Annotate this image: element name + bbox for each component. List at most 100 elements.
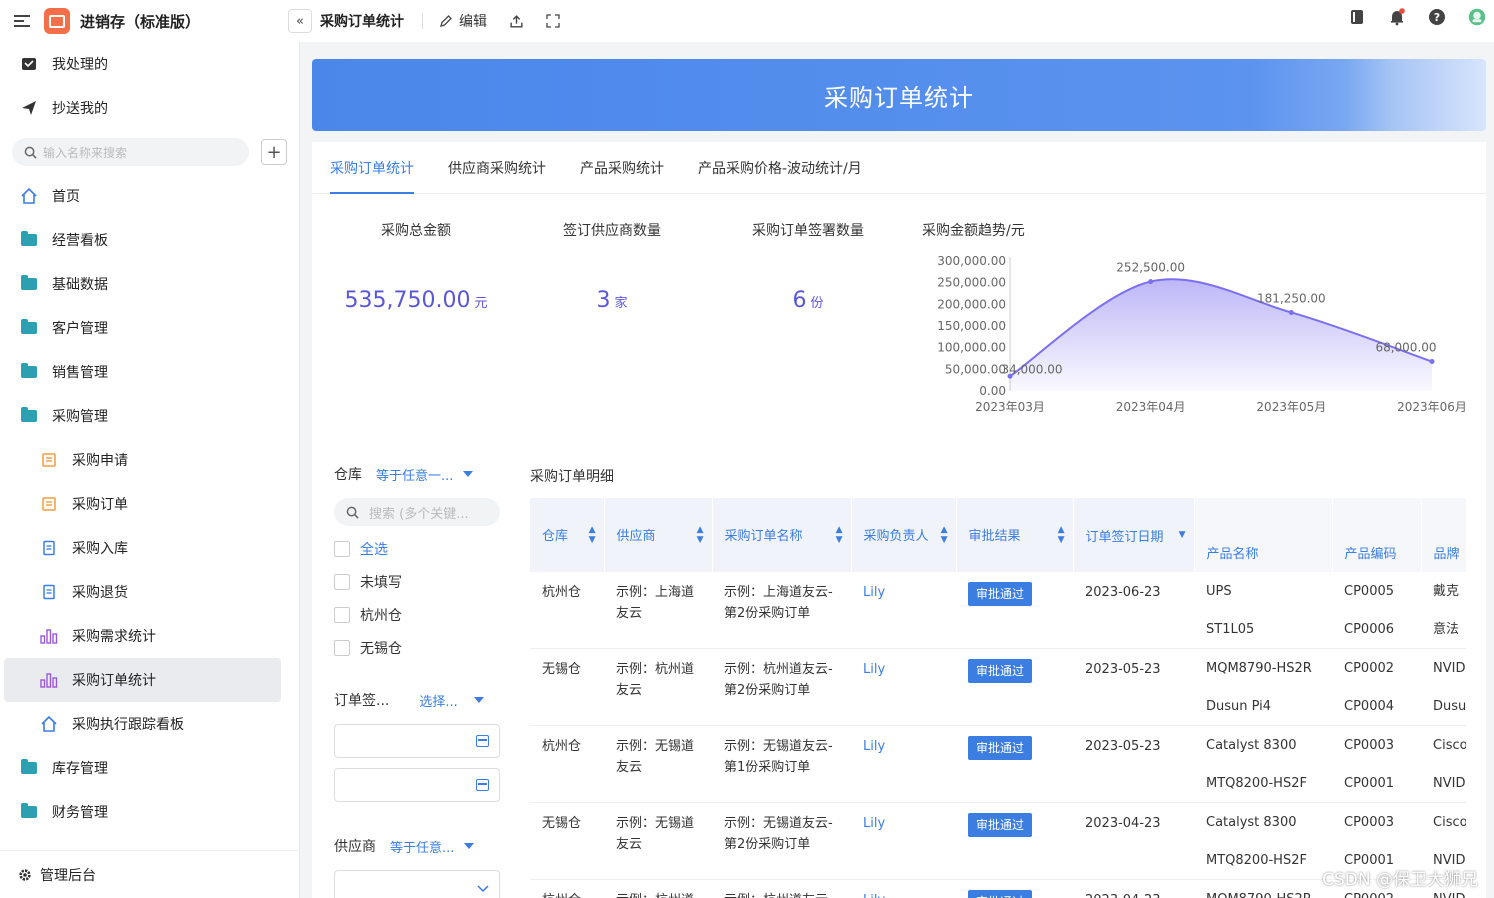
checkbox[interactable] — [334, 540, 350, 557]
data-point[interactable] — [1429, 359, 1435, 365]
cell-status: 审批通过 — [956, 879, 1073, 898]
sidebar-top-item[interactable]: 我处理的 — [0, 42, 299, 86]
sort-icon[interactable]: ▲ ▼ — [836, 525, 843, 545]
collapse-sidebar-button[interactable]: « — [288, 9, 312, 33]
cell-order-name: 示例：杭州道友云-第2份采购订单 — [712, 648, 851, 726]
sidebar-item[interactable]: 基础数据 — [0, 262, 299, 306]
column-header[interactable]: 供应商 ▲ ▼ — [604, 498, 713, 572]
cell-product-name: UPS — [1206, 583, 1232, 599]
sidebar-item[interactable]: 客户管理 — [0, 306, 299, 350]
sidebar-item[interactable]: 库存管理 — [0, 746, 299, 790]
share-button[interactable] — [509, 14, 524, 29]
filter-checkbox[interactable]: 无锡仓 — [334, 631, 500, 664]
fullscreen-button[interactable] — [546, 14, 560, 28]
sort-icon[interactable]: ▲ ▼ — [941, 525, 948, 545]
warehouse-filter[interactable]: 仓库 等于任意一... — [334, 460, 500, 488]
send-icon — [20, 99, 38, 117]
cell-date: 2023-06-23 — [1073, 572, 1194, 649]
table-row[interactable]: 杭州仓 示例：无锡道友云 示例：无锡道友云-第1份采购订单 Lily 审批通过 2023-… — [530, 725, 1466, 803]
sort-icon[interactable]: ▲ ▼ — [589, 525, 596, 545]
admin-backend-link[interactable]: 管理后台 — [0, 850, 299, 898]
sidebar-item[interactable]: 财务管理 — [0, 790, 299, 834]
cell-warehouse: 杭州仓 — [530, 572, 604, 649]
table-row[interactable]: 无锡仓 示例：杭州道友云 示例：杭州道友云-第2份采购订单 Lily 审批通过 2023-… — [530, 648, 1466, 726]
column-header[interactable]: 采购负责人 ▲ ▼ — [851, 498, 957, 572]
sidebar-top-item[interactable]: 抄送我的 — [0, 86, 299, 130]
edit-button[interactable]: 编辑 — [439, 11, 487, 31]
dashboard-tab[interactable]: 供应商采购统计 — [448, 142, 546, 194]
cell-products: UPS CP0005 戴克 ST1L05 CP0006 意法 — [1194, 572, 1466, 649]
supplier-filter[interactable]: 供应商 等于任意... — [334, 832, 500, 860]
search-icon — [24, 146, 37, 159]
cell-product-code: CP0003 — [1344, 737, 1395, 753]
table-row[interactable]: 杭州仓 示例：上海道友云 示例：上海道友云-第2份采购订单 Lily 审批通过 2023-… — [530, 572, 1466, 649]
cell-status: 审批通过 — [956, 572, 1073, 649]
supplier-select[interactable] — [334, 870, 500, 898]
caret-down-icon — [473, 697, 484, 703]
checkbox[interactable] — [334, 606, 350, 623]
column-header[interactable]: 审批结果 ▲ ▼ — [956, 498, 1074, 572]
filter-checkbox[interactable]: 杭州仓 — [334, 598, 500, 631]
sidebar-item[interactable]: 采购管理 — [0, 394, 299, 438]
sidebar-item[interactable]: 经营看板 — [0, 218, 299, 262]
sidebar-item[interactable]: 采购需求统计 — [0, 614, 299, 658]
data-label: 181,250.00 — [1257, 291, 1326, 305]
folder-open-icon — [20, 407, 38, 425]
x-tick-label: 2023年06月 — [1397, 400, 1467, 414]
column-header[interactable]: 产品编码 — [1332, 498, 1422, 572]
sidebar-item[interactable]: 首页 — [0, 174, 299, 218]
cell-owner[interactable]: Lily — [851, 879, 956, 898]
add-item-button[interactable]: + — [261, 139, 287, 165]
x-tick-label: 2023年05月 — [1256, 400, 1326, 414]
cell-warehouse: 无锡仓 — [530, 802, 604, 880]
sort-icon[interactable]: ▲ ▼ — [697, 525, 704, 545]
help-icon[interactable]: ? — [1428, 8, 1446, 26]
dashboard-tab[interactable]: 产品采购价格-波动统计/月 — [698, 142, 862, 194]
cell-owner[interactable]: Lily — [851, 648, 956, 726]
kpi-card: 签订供应商数量 3 家 — [512, 220, 712, 313]
sidebar-search-input[interactable]: 输入名称来搜索 — [12, 138, 249, 166]
y-tick-label: 0.00 — [979, 384, 1006, 398]
kpi-label: 采购总金额 — [381, 223, 451, 239]
notification-bell-icon[interactable] — [1388, 8, 1406, 26]
sidebar-item[interactable]: 采购申请 — [0, 438, 299, 482]
data-point[interactable] — [1148, 279, 1154, 285]
sidebar-item[interactable]: 采购入库 — [0, 526, 299, 570]
cell-owner[interactable]: Lily — [851, 725, 956, 803]
dashboard-tab[interactable]: 采购订单统计 — [330, 142, 414, 194]
sort-desc-icon[interactable]: ▼ — [1179, 526, 1186, 544]
sidebar-item[interactable]: 销售管理 — [0, 350, 299, 394]
dashboard-tab[interactable]: 产品采购统计 — [580, 142, 664, 194]
dashboard-panel: 采购订单统计 供应商采购统计 产品采购统计 产品采购价格-波动统计/月 采购总金额 53… — [312, 142, 1486, 898]
avatar[interactable] — [1468, 8, 1486, 26]
data-point[interactable] — [1288, 309, 1294, 315]
sort-icon[interactable]: ▲ ▼ — [1058, 525, 1065, 545]
checkbox[interactable] — [334, 573, 350, 590]
cell-owner[interactable]: Lily — [851, 802, 956, 880]
date-end-input[interactable] — [334, 768, 500, 802]
column-header[interactable]: 产品名称 — [1194, 498, 1333, 572]
column-header[interactable]: 品牌 — [1421, 498, 1466, 572]
date-start-input[interactable] — [334, 724, 500, 758]
cell-owner[interactable]: Lily — [851, 572, 956, 649]
sidebar-item[interactable]: 采购订单 — [0, 482, 299, 526]
filter-search-input[interactable]: 搜索 (多个关键... — [334, 498, 500, 526]
sidebar-item[interactable]: 采购订单统计 — [4, 658, 281, 702]
column-header[interactable]: 订单签订日期 ▼ — [1073, 498, 1195, 572]
filter-checkbox[interactable]: 全选 — [334, 532, 500, 565]
cell-product-code: CP0004 — [1344, 698, 1395, 714]
kpi-card: 采购订单签署数量 6 份 — [708, 220, 908, 313]
column-header[interactable]: 采购订单名称 ▲ ▼ — [712, 498, 852, 572]
kpi-value: 3 — [596, 288, 611, 313]
order-date-filter[interactable]: 订单签... 选择... — [334, 686, 500, 714]
y-tick-label: 250,000.00 — [937, 276, 1006, 290]
checkbox[interactable] — [334, 639, 350, 656]
kpi-unit: 份 — [810, 296, 824, 311]
sidebar-item[interactable]: 采购执行跟踪看板 — [0, 702, 299, 746]
app-title: 进销存（标准版） — [80, 12, 201, 31]
filter-checkbox[interactable]: 未填写 — [334, 565, 500, 598]
sidebar-item[interactable]: 采购退货 — [0, 570, 299, 614]
book-icon[interactable] — [1348, 8, 1366, 26]
hamburger-icon[interactable] — [14, 15, 30, 27]
column-header[interactable]: 仓库 ▲ ▼ — [530, 498, 605, 572]
